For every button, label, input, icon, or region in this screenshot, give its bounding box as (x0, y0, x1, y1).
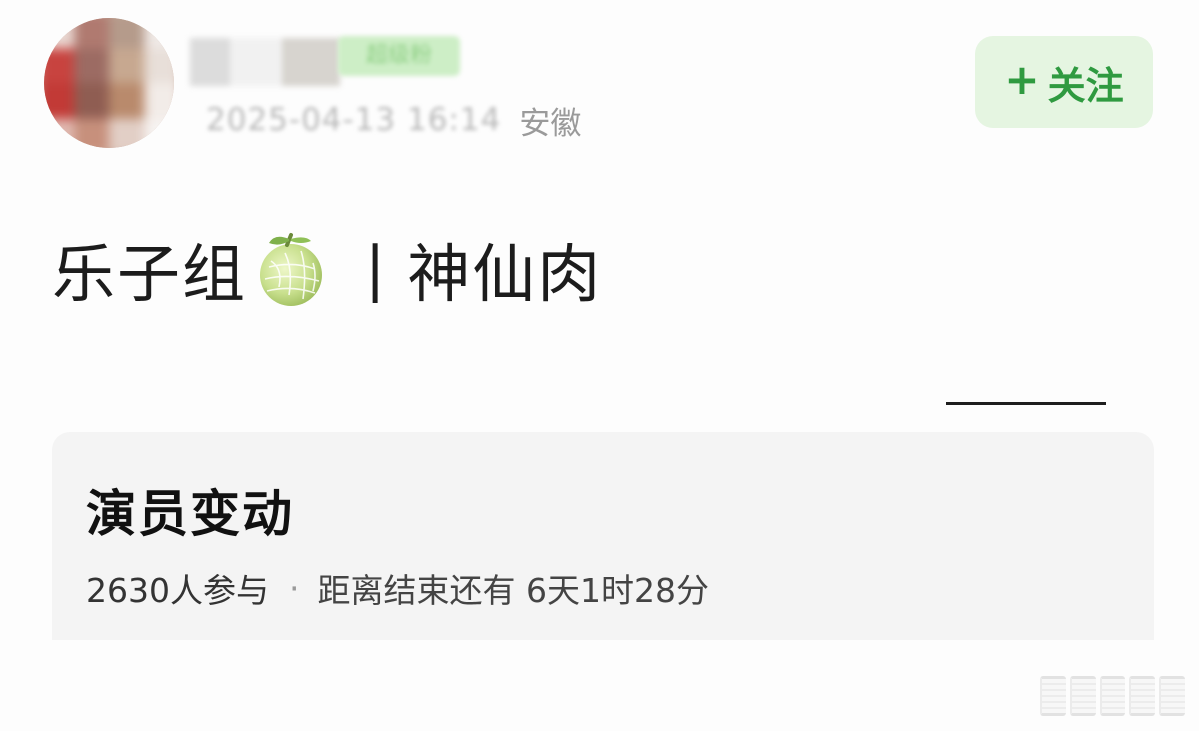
post-text-right: 神仙肉 (407, 237, 603, 311)
vote-card[interactable]: 演员变动 2630人参与 · 距离结束还有 6天1时28分 (52, 432, 1154, 640)
vote-title: 演员变动 (86, 485, 294, 543)
post-meta: 2025-04-13 16:14 安徽 (206, 98, 581, 142)
divider-mark (946, 402, 1106, 405)
avatar-mosaic (44, 18, 174, 148)
post-time: 2025-04-13 16:14 (206, 102, 502, 138)
avatar[interactable] (44, 18, 174, 148)
vote-dot: · (288, 568, 300, 608)
post-page: 超级粉 2025-04-13 16:14 安徽 + 关注 乐子组 | 神仙肉 演… (0, 0, 1199, 731)
post-separator: | (365, 234, 386, 304)
melon-icon (260, 233, 322, 306)
watermark-icon (1040, 676, 1185, 716)
plus-icon: + (1004, 55, 1040, 104)
vote-stats: 2630人参与 · 距离结束还有 6天1时28分 (86, 564, 709, 612)
post-text-left: 乐子组 (52, 237, 247, 311)
follow-label: 关注 (1047, 63, 1124, 108)
username-redacted[interactable] (190, 38, 340, 86)
follow-button[interactable]: + 关注 (975, 36, 1153, 128)
post-location: 安徽 (519, 105, 582, 142)
vote-participants: 2630人参与 (86, 571, 269, 610)
vote-remaining-time: 距离结束还有 6天1时28分 (317, 571, 709, 610)
level-badge: 超级粉 (338, 36, 460, 76)
post-content: 乐子组 | 神仙肉 (52, 224, 602, 314)
